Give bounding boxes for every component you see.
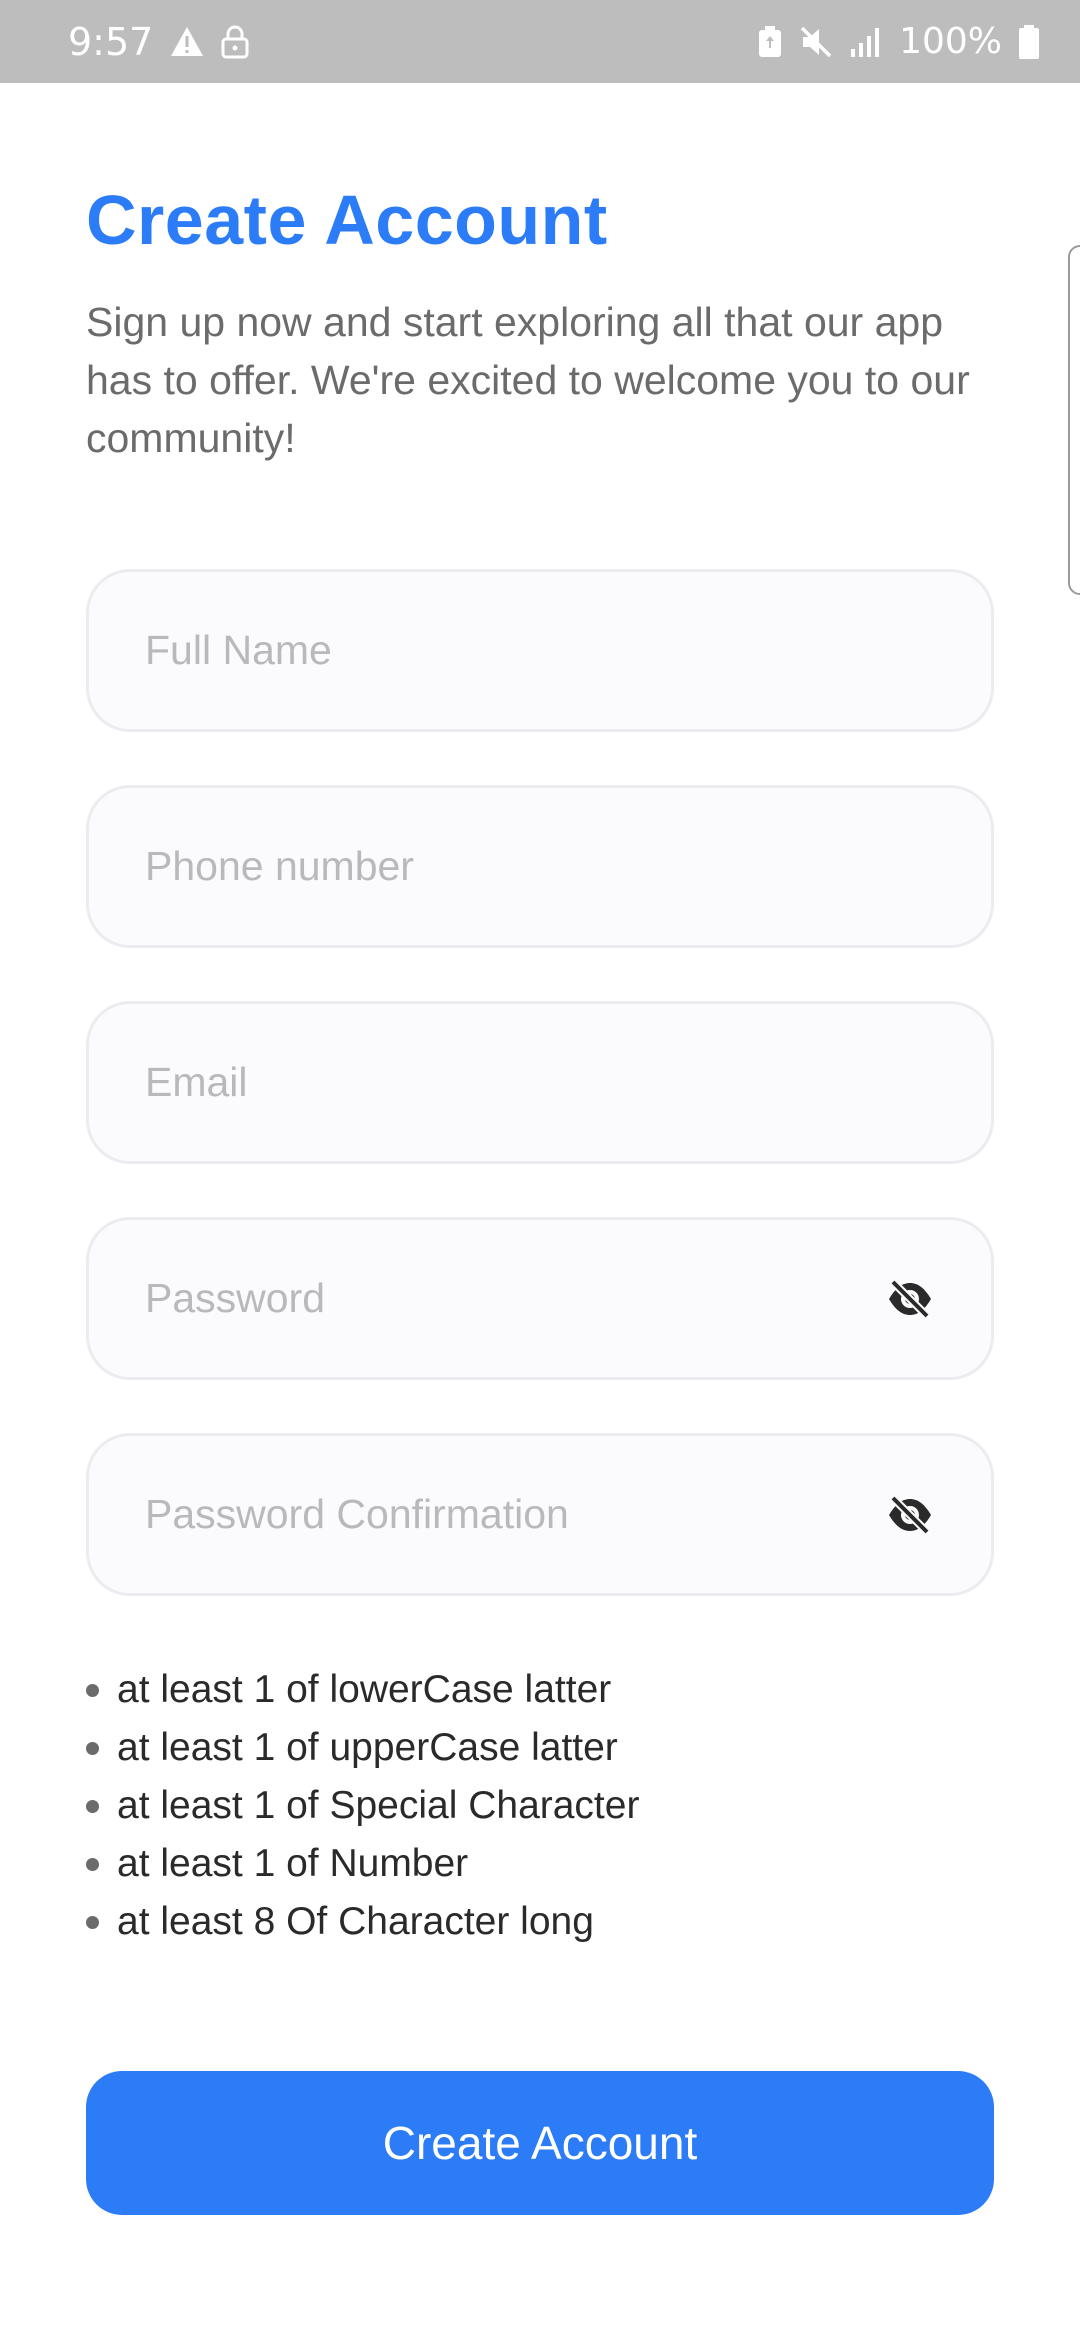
rule-text: at least 1 of Number bbox=[117, 1842, 469, 1885]
scroll-indicator[interactable] bbox=[1068, 245, 1080, 595]
phone-number-field[interactable]: Phone number bbox=[86, 785, 994, 948]
bullet-icon bbox=[86, 1741, 99, 1755]
status-bar: 9:57 100% bbox=[0, 0, 1080, 83]
mute-icon bbox=[799, 25, 833, 59]
signal-icon bbox=[849, 25, 883, 59]
password-field[interactable]: Password bbox=[86, 1217, 994, 1380]
list-item: at least 1 of Special Character bbox=[86, 1777, 994, 1835]
create-account-button-label: Create Account bbox=[382, 2117, 698, 2169]
create-account-button[interactable]: Create Account bbox=[86, 2071, 994, 2215]
eye-off-icon[interactable] bbox=[885, 1274, 935, 1324]
rule-text: at least 1 of upperCase latter bbox=[117, 1726, 618, 1769]
bullet-icon bbox=[86, 1915, 99, 1929]
full-name-field[interactable]: Full Name bbox=[86, 569, 994, 732]
rule-text: at least 1 of Special Character bbox=[117, 1784, 640, 1827]
list-item: at least 1 of Number bbox=[86, 1835, 994, 1893]
password-confirmation-placeholder: Password Confirmation bbox=[145, 1491, 569, 1537]
list-item: at least 1 of upperCase latter bbox=[86, 1719, 994, 1777]
password-placeholder: Password bbox=[145, 1275, 326, 1321]
status-time: 9:57 bbox=[68, 19, 154, 64]
page-subtitle: Sign up now and start exploring all that… bbox=[86, 299, 970, 461]
rule-text: at least 8 Of Character long bbox=[117, 1900, 594, 1943]
battery-percent: 100% bbox=[899, 21, 1002, 62]
list-item: at least 8 Of Character long bbox=[86, 1893, 994, 1951]
warning-icon bbox=[169, 25, 205, 59]
bullet-icon bbox=[86, 1799, 99, 1813]
password-confirmation-field[interactable]: Password Confirmation bbox=[86, 1433, 994, 1596]
bullet-icon bbox=[86, 1683, 99, 1697]
list-item: at least 1 of lowerCase latter bbox=[86, 1661, 994, 1719]
full-name-placeholder: Full Name bbox=[145, 627, 332, 673]
password-rules-list: at least 1 of lowerCase latter at least … bbox=[86, 1661, 994, 1951]
email-field[interactable]: Email bbox=[86, 1001, 994, 1164]
lock-icon bbox=[221, 25, 249, 59]
eye-off-icon[interactable] bbox=[885, 1490, 935, 1540]
battery-icon bbox=[1018, 24, 1040, 60]
rule-text: at least 1 of lowerCase latter bbox=[117, 1668, 612, 1711]
phone-number-placeholder: Phone number bbox=[145, 843, 414, 889]
page-title: Create Account bbox=[86, 181, 608, 259]
bullet-icon bbox=[86, 1857, 99, 1871]
battery-saver-icon bbox=[757, 25, 783, 59]
email-placeholder: Email bbox=[145, 1059, 248, 1105]
